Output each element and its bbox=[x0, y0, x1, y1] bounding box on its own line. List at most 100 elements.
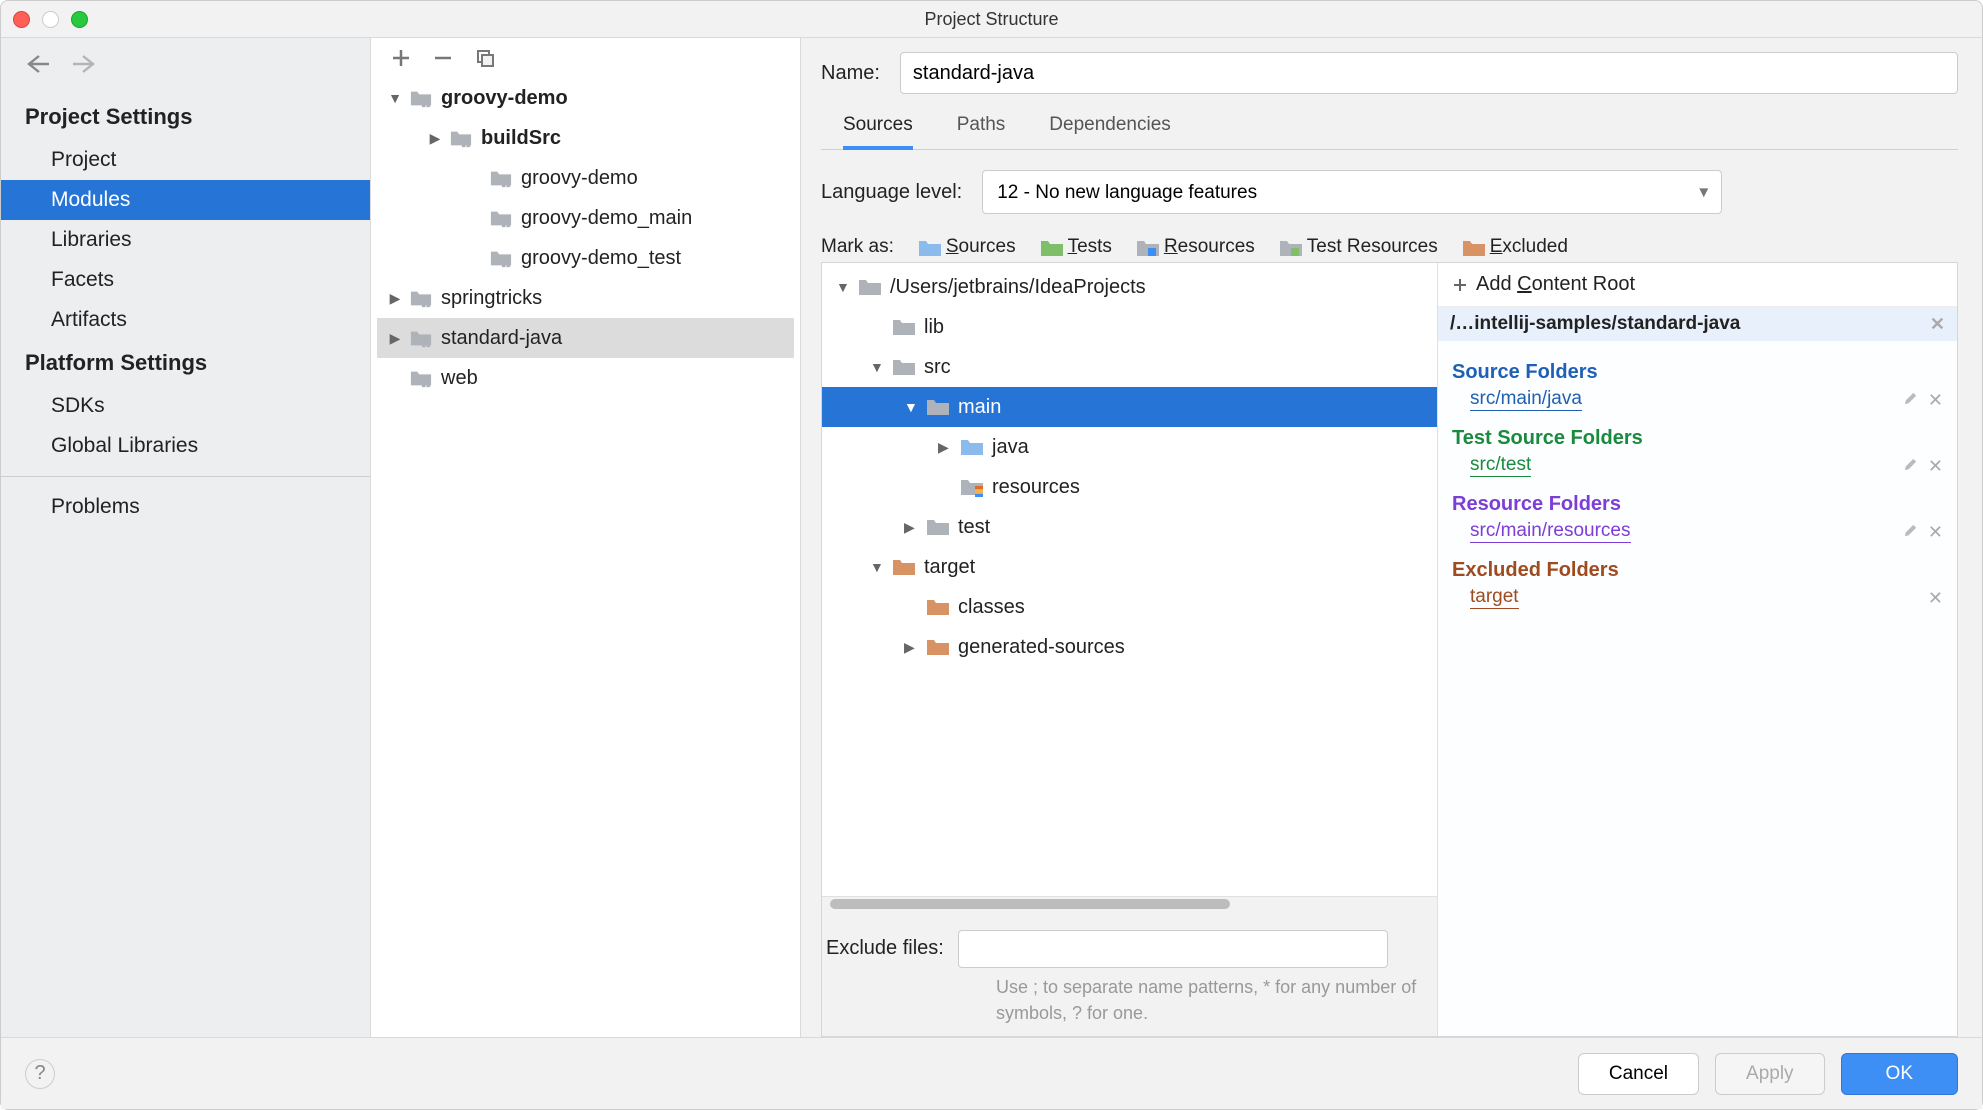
mark-as-test-resources[interactable]: Test Resources bbox=[1279, 236, 1438, 258]
remove-icon[interactable]: ✕ bbox=[1928, 457, 1943, 475]
mark-as-resources[interactable]: Resources bbox=[1136, 236, 1255, 258]
module-tree-label: standard-java bbox=[441, 327, 562, 350]
expand-icon[interactable]: ▶ bbox=[904, 639, 920, 656]
folder-tree-label: generated-sources bbox=[958, 636, 1125, 659]
module-tree-label: buildSrc bbox=[481, 127, 561, 150]
nav-item-global-libraries[interactable]: Global Libraries bbox=[1, 426, 370, 466]
nav-item-modules[interactable]: Modules bbox=[1, 180, 370, 220]
mark-as-sources[interactable]: Sources bbox=[918, 236, 1016, 258]
category-item[interactable]: src/test✕ bbox=[1452, 452, 1943, 479]
folder-tree-item[interactable]: lib bbox=[822, 307, 1437, 347]
folder-tree-item[interactable]: resources bbox=[822, 467, 1437, 507]
module-tree-label: groovy-demo bbox=[441, 87, 568, 110]
category-item[interactable]: src/main/resources ✕ bbox=[1452, 518, 1943, 545]
remove-icon[interactable]: ✕ bbox=[1928, 391, 1943, 409]
module-tree-label: groovy-demo_main bbox=[521, 207, 692, 230]
nav-item-facets[interactable]: Facets bbox=[1, 260, 370, 300]
folder-tree-item[interactable]: ▶ generated-sources bbox=[822, 627, 1437, 667]
edit-icon[interactable] bbox=[1903, 523, 1918, 538]
modules-toolbar bbox=[371, 38, 800, 78]
forward-button[interactable] bbox=[71, 52, 99, 76]
edit-icon[interactable] bbox=[1903, 391, 1918, 406]
category-header: Source Folders bbox=[1452, 347, 1943, 386]
expand-icon[interactable]: ▶ bbox=[387, 290, 403, 307]
folder-tree-item[interactable]: ▶ test bbox=[822, 507, 1437, 547]
category-item[interactable]: src/main/java✕ bbox=[1452, 386, 1943, 413]
tab-dependencies[interactable]: Dependencies bbox=[1049, 114, 1170, 149]
expand-icon[interactable]: ▶ bbox=[938, 439, 954, 456]
expand-icon[interactable]: ▶ bbox=[904, 519, 920, 536]
help-button[interactable]: ? bbox=[25, 1059, 55, 1089]
back-button[interactable] bbox=[23, 52, 51, 76]
tab-sources[interactable]: Sources bbox=[843, 114, 913, 150]
expand-icon[interactable]: ▼ bbox=[836, 279, 852, 295]
nav-item-libraries[interactable]: Libraries bbox=[1, 220, 370, 260]
module-tree-label: springtricks bbox=[441, 287, 542, 310]
nav-item-artifacts[interactable]: Artifacts bbox=[1, 300, 370, 340]
remove-content-root-icon[interactable]: ✕ bbox=[1930, 315, 1945, 333]
exclude-files-input[interactable] bbox=[958, 930, 1388, 968]
body: Project Settings ProjectModulesLibraries… bbox=[1, 37, 1982, 1037]
module-tree-item[interactable]: groovy-demo bbox=[377, 158, 794, 198]
mark-as-tests[interactable]: Tests bbox=[1040, 236, 1112, 258]
tab-paths[interactable]: Paths bbox=[957, 114, 1006, 149]
folder-icon bbox=[926, 397, 950, 417]
folder-tree-item[interactable]: ▼target bbox=[822, 547, 1437, 587]
folder-tree-item[interactable]: ▼src bbox=[822, 347, 1437, 387]
module-tree-label: groovy-demo bbox=[521, 167, 638, 190]
folder-tree-item[interactable]: ▼ /Users/jetbrains/IdeaProjects bbox=[822, 267, 1437, 307]
remove-module-icon[interactable] bbox=[433, 48, 453, 68]
folder-tree-label: /Users/jetbrains/IdeaProjects bbox=[890, 276, 1146, 299]
modules-tree[interactable]: ▼ groovy-demo ▶ buildSrc groovy-demo groovy-d… bbox=[371, 78, 800, 398]
remove-icon[interactable]: ✕ bbox=[1928, 589, 1943, 607]
category-header: Excluded Folders bbox=[1452, 545, 1943, 584]
module-tree-item[interactable]: web bbox=[377, 358, 794, 398]
module-tree-item[interactable]: ▶ springtricks bbox=[377, 278, 794, 318]
module-icon bbox=[409, 288, 433, 308]
folder-tree-item[interactable]: ▼main bbox=[822, 387, 1437, 427]
category-item[interactable]: target✕ bbox=[1452, 584, 1943, 611]
expand-icon[interactable]: ▶ bbox=[387, 330, 403, 347]
folder-icon bbox=[892, 317, 916, 337]
language-level-select[interactable]: 12 - No new language features bbox=[982, 170, 1722, 214]
module-icon bbox=[409, 328, 433, 348]
folder-tree-label: test bbox=[958, 516, 990, 539]
ok-button[interactable]: OK bbox=[1841, 1053, 1958, 1095]
nav-item-sdks[interactable]: SDKs bbox=[1, 386, 370, 426]
expand-icon[interactable]: ▶ bbox=[427, 130, 443, 147]
left-nav-panel: Project Settings ProjectModulesLibraries… bbox=[1, 38, 371, 1037]
mark-as-excluded[interactable]: Excluded bbox=[1462, 236, 1568, 258]
module-tree-item[interactable]: groovy-demo_main bbox=[377, 198, 794, 238]
expand-icon[interactable]: ▼ bbox=[904, 399, 920, 415]
module-tree-item[interactable]: ▶ standard-java bbox=[377, 318, 794, 358]
module-icon bbox=[409, 368, 433, 388]
apply-button[interactable]: Apply bbox=[1715, 1053, 1825, 1095]
module-name-input[interactable] bbox=[900, 52, 1958, 94]
expand-icon[interactable]: ▼ bbox=[870, 359, 886, 375]
category-item-path: src/main/resources bbox=[1470, 520, 1631, 543]
folder-tree-item[interactable]: ▶java bbox=[822, 427, 1437, 467]
folder-icon bbox=[858, 277, 882, 297]
remove-icon[interactable]: ✕ bbox=[1928, 523, 1943, 541]
horizontal-scrollbar[interactable] bbox=[822, 896, 1437, 910]
folder-icon bbox=[960, 477, 984, 497]
module-tree-item[interactable]: ▶ buildSrc bbox=[377, 118, 794, 158]
add-module-icon[interactable] bbox=[391, 48, 411, 68]
expand-icon[interactable]: ▼ bbox=[387, 90, 403, 106]
module-tree-item[interactable]: groovy-demo_test bbox=[377, 238, 794, 278]
folder-tree-item[interactable]: classes bbox=[822, 587, 1437, 627]
modules-panel: ▼ groovy-demo ▶ buildSrc groovy-demo groovy-d… bbox=[371, 38, 801, 1037]
edit-icon[interactable] bbox=[1903, 457, 1918, 472]
section-platform-settings: Platform Settings bbox=[1, 340, 370, 386]
cancel-button[interactable]: Cancel bbox=[1578, 1053, 1699, 1095]
expand-icon[interactable]: ▼ bbox=[870, 559, 886, 575]
module-tree-item[interactable]: ▼ groovy-demo bbox=[377, 78, 794, 118]
add-content-root-button[interactable]: Add Content Root bbox=[1438, 263, 1957, 307]
folder-tree-label: classes bbox=[958, 596, 1025, 619]
copy-module-icon[interactable] bbox=[475, 48, 495, 68]
content-root-header[interactable]: /…intellij-samples/standard-java ✕ bbox=[1438, 307, 1957, 341]
nav-item-project[interactable]: Project bbox=[1, 140, 370, 180]
nav-problems[interactable]: Problems bbox=[1, 487, 370, 527]
name-label: Name: bbox=[821, 62, 880, 85]
content-folder-tree[interactable]: ▼ /Users/jetbrains/IdeaProjects lib▼src▼ma… bbox=[822, 263, 1437, 896]
